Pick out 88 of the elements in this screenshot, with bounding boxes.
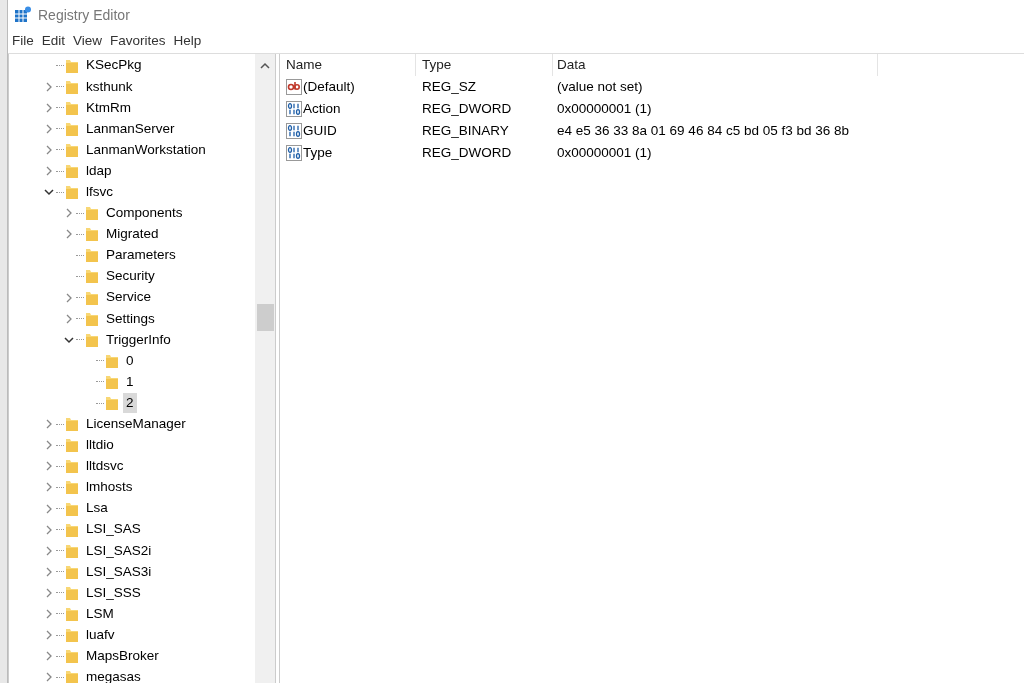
folder-icon	[105, 373, 119, 390]
folder-icon	[85, 289, 99, 306]
tree-item[interactable]: lltdio	[83, 435, 117, 456]
tree-item[interactable]: ksthunk	[83, 76, 136, 97]
tree-item[interactable]: 1	[123, 371, 137, 393]
folder-icon	[65, 563, 79, 580]
string-value-icon	[286, 79, 302, 95]
folder-icon	[65, 521, 79, 538]
binary-value-icon	[286, 145, 302, 161]
window-title: Registry Editor	[38, 5, 130, 25]
value-data: e4 e5 36 33 8a 01 69 46 84 c5 bd 05 f3 bd 36 8b	[556, 121, 850, 140]
tree-item[interactable]: LanmanWorkstation	[83, 139, 209, 161]
value-data: 0x00000001 (1)	[556, 143, 653, 162]
scrollbar-thumb[interactable]	[256, 304, 274, 331]
menu-item[interactable]: Edit	[37, 31, 70, 52]
tree-item[interactable]: LSI_SAS2i	[83, 540, 155, 561]
tree-item[interactable]: 0	[123, 350, 137, 371]
tree-item[interactable]: megasas	[83, 667, 144, 683]
value-name[interactable]: Type	[303, 142, 333, 164]
registry-icon	[14, 6, 32, 24]
tree-item[interactable]: luafv	[83, 624, 118, 646]
value-name[interactable]: Action	[303, 98, 341, 120]
tree-item[interactable]: LSM	[83, 603, 117, 625]
folder-icon	[65, 437, 79, 454]
tree-item[interactable]: Security	[103, 266, 158, 287]
folder-icon	[85, 331, 99, 348]
menu-item[interactable]: View	[69, 31, 107, 52]
folder-icon	[65, 99, 79, 116]
value-name[interactable]: GUID	[303, 120, 337, 142]
value-type: REG_DWORD	[421, 99, 513, 118]
tree-item[interactable]: lmhosts	[83, 477, 136, 498]
menu-item[interactable]: Favorites	[106, 31, 170, 52]
folder-icon	[85, 205, 99, 222]
folder-icon	[65, 184, 79, 201]
value-type: REG_BINARY	[421, 121, 510, 140]
folder-icon	[65, 542, 79, 559]
tree-item[interactable]: lltdsvc	[83, 456, 127, 477]
folder-icon	[65, 416, 79, 433]
menu-item[interactable]: File	[8, 31, 38, 52]
column-header[interactable]: Type	[416, 54, 553, 76]
folder-icon	[65, 141, 79, 158]
folder-icon	[65, 500, 79, 517]
folder-icon	[65, 57, 79, 74]
tree-item[interactable]: Migrated	[103, 224, 162, 245]
folder-icon	[65, 584, 79, 601]
menu-item[interactable]: Help	[169, 31, 206, 52]
tree-item[interactable]: LSI_SAS3i	[83, 561, 155, 582]
value-type: REG_SZ	[421, 77, 477, 96]
tree-item[interactable]: TriggerInfo	[103, 329, 174, 350]
tree-item[interactable]: LicenseManager	[83, 414, 189, 435]
tree-item[interactable]: lfsvc	[83, 182, 116, 203]
tree-item[interactable]: Parameters	[103, 245, 179, 266]
folder-icon	[105, 395, 119, 412]
folder-icon	[65, 606, 79, 622]
column-header[interactable]: Data	[553, 54, 878, 76]
folder-icon	[105, 352, 119, 369]
tree-item[interactable]: 2	[123, 392, 137, 414]
value-data: (value not set)	[556, 77, 644, 96]
folder-icon	[85, 247, 99, 264]
folder-icon	[65, 78, 79, 95]
folder-icon	[85, 310, 99, 327]
tree-item[interactable]: MapsBroker	[83, 646, 162, 667]
binary-value-icon	[286, 123, 302, 139]
folder-icon	[65, 648, 79, 665]
value-name[interactable]: (Default)	[303, 76, 355, 98]
value-data: 0x00000001 (1)	[556, 99, 653, 118]
tree-item[interactable]: Settings	[103, 308, 158, 329]
column-header[interactable]: Name	[280, 54, 416, 76]
folder-icon	[65, 120, 79, 137]
tree-item[interactable]: ldap	[83, 160, 115, 182]
folder-icon	[65, 479, 79, 496]
tree-item[interactable]: LanmanServer	[83, 118, 178, 139]
tree-item[interactable]: KtmRm	[83, 97, 134, 118]
tree-item[interactable]: LSI_SAS	[83, 519, 144, 540]
folder-icon	[65, 627, 79, 644]
folder-icon	[65, 163, 79, 179]
value-type: REG_DWORD	[421, 143, 513, 162]
scrollbar[interactable]	[255, 54, 275, 683]
folder-icon	[85, 226, 99, 243]
tree-item[interactable]: Lsa	[83, 498, 111, 519]
tree-item[interactable]: LSI_SSS	[83, 582, 144, 603]
tree-item[interactable]: Components	[103, 203, 186, 224]
binary-value-icon	[286, 101, 302, 117]
folder-icon	[65, 669, 79, 683]
tree-item[interactable]: Service	[103, 287, 154, 308]
tree-item[interactable]: KSecPkg	[83, 55, 145, 76]
folder-icon	[65, 458, 79, 475]
folder-icon	[85, 268, 99, 285]
